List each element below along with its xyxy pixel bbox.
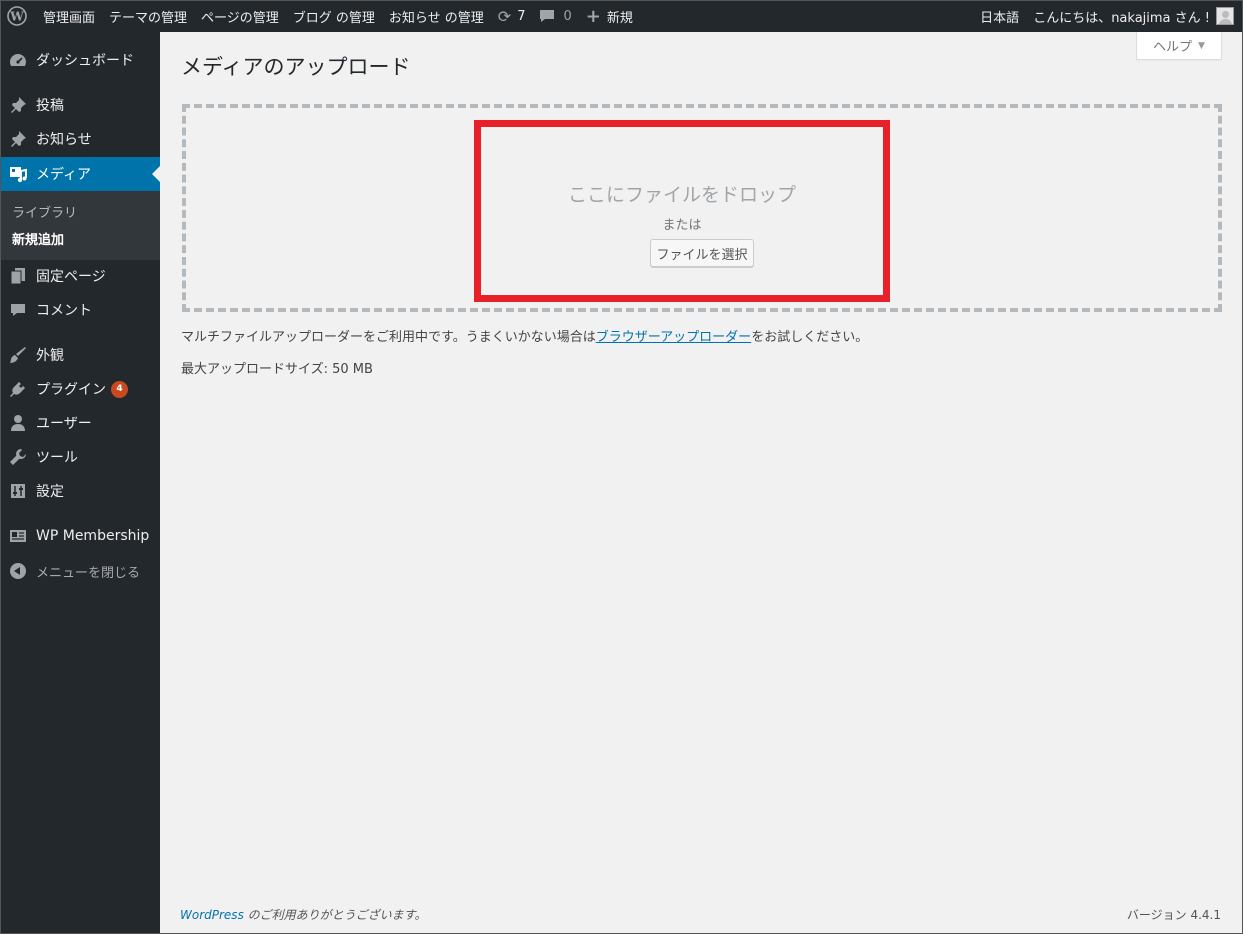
submenu-library[interactable]: ライブラリ [12, 202, 77, 221]
sidebar-item-comments[interactable]: コメント [0, 293, 160, 327]
admin-bar-news-menu[interactable]: お知らせ の管理 [382, 0, 491, 32]
language-switcher[interactable]: 日本語 [973, 0, 1026, 32]
sidebar-item-label: 設定 [36, 484, 64, 500]
pages-icon [8, 266, 28, 286]
footer-version: バージョン 4.4.1 [1126, 908, 1221, 922]
comment-icon [8, 300, 28, 320]
sidebar-item-label: メディア [36, 167, 92, 183]
sidebar-item-dashboard[interactable]: ダッシュボード [0, 43, 160, 77]
new-label: 新規 [606, 10, 633, 26]
uploader-info-suffix: をお試しください。 [751, 330, 869, 345]
sidebar-item-label: ユーザー [36, 416, 92, 432]
submenu-add-new[interactable]: 新規追加 [12, 229, 64, 248]
media-submenu: ライブラリ 新規追加 [0, 191, 160, 260]
sidebar-item-users[interactable]: ユーザー [0, 406, 160, 440]
help-label: ヘルプ [1153, 40, 1193, 55]
sidebar-item-label: プラグイン [36, 382, 106, 398]
sidebar-item-plugins[interactable]: プラグイン 4 [0, 372, 160, 406]
wrench-icon [8, 447, 28, 467]
page-title: メディアのアップロード [181, 55, 411, 79]
avatar [1216, 7, 1234, 25]
wordpress-link[interactable]: WordPress [180, 908, 244, 922]
sidebar-item-wp-membership[interactable]: WP Membership [0, 519, 160, 553]
admin-bar-theme-menu[interactable]: テーマの管理 [102, 0, 194, 32]
admin-bar-blog-menu[interactable]: ブログ の管理 [286, 0, 382, 32]
wordpress-logo-icon[interactable]: W [0, 0, 36, 32]
help-tab-button[interactable]: ヘルプ ▼ [1136, 32, 1222, 60]
sidebar-item-label: 投稿 [36, 98, 64, 114]
paintbrush-icon [8, 345, 28, 365]
sidebar-item-label: 外観 [36, 348, 64, 364]
sidebar-item-label: WP Membership [36, 528, 150, 544]
collapse-menu-button[interactable]: メニューを閉じる [0, 554, 160, 588]
pushpin-icon [8, 95, 28, 115]
pushpin-icon [8, 129, 28, 149]
plugins-update-badge: 4 [111, 380, 128, 398]
or-text: または [662, 218, 702, 233]
sidebar-item-media[interactable]: メディア [0, 157, 160, 191]
sidebar-item-label: ダッシュボード [36, 53, 134, 69]
sidebar-item-appearance[interactable]: 外観 [0, 338, 160, 372]
uploader-info: マルチファイルアップローダーをご利用中です。うまくいかない場合はブラウザーアップ… [181, 326, 868, 345]
uploader-info-prefix: マルチファイルアップローダーをご利用中です。うまくいかない場合は [181, 330, 596, 345]
plus-icon: + [585, 5, 601, 27]
footer-thanks-text: のご利用ありがとうございます。 [243, 908, 427, 922]
browser-uploader-link[interactable]: ブラウザーアップローダー [596, 330, 751, 345]
caret-down-icon: ▼ [1198, 40, 1205, 51]
language-label: 日本語 [980, 10, 1020, 26]
sidebar-item-posts[interactable]: 投稿 [0, 88, 160, 122]
user-icon [8, 413, 28, 433]
gauge-icon [8, 50, 28, 70]
comment-bubble-icon [539, 9, 555, 23]
admin-bar: W 管理画面 テーマの管理 ページの管理 ブログ の管理 お知らせ の管理 ⟳ … [0, 0, 1243, 32]
admin-bar-site-link[interactable]: 管理画面 [36, 0, 102, 32]
sidebar-item-label: お知らせ [36, 132, 92, 148]
admin-bar-comments[interactable]: 0 [532, 0, 578, 32]
plug-icon [8, 379, 28, 399]
svg-text:W: W [9, 10, 24, 24]
admin-sidebar: ダッシュボード 投稿 お知らせ メディア ライブラリ 新規追加 固定ページ コメ… [0, 32, 160, 934]
updates-icon: ⟳ [497, 6, 512, 26]
collapse-arrow-icon [8, 561, 28, 581]
greeting-text: こんにちは、nakajima さん ! [1033, 10, 1210, 26]
settings-sliders-icon [8, 481, 28, 501]
admin-bar-page-menu[interactable]: ページの管理 [194, 0, 286, 32]
sidebar-item-pages[interactable]: 固定ページ [0, 259, 160, 293]
select-files-button[interactable]: ファイルを選択 [650, 239, 754, 267]
updates-count: 7 [517, 8, 526, 24]
admin-bar-updates[interactable]: ⟳ 7 [491, 0, 533, 32]
footer-thanks: WordPress のご利用ありがとうございます。 [180, 906, 426, 923]
id-card-icon [8, 526, 28, 546]
sidebar-item-settings[interactable]: 設定 [0, 474, 160, 508]
sidebar-item-label: コメント [36, 303, 92, 319]
comments-count: 0 [563, 8, 572, 24]
sidebar-item-tools[interactable]: ツール [0, 440, 160, 474]
sidebar-item-news[interactable]: お知らせ [0, 122, 160, 156]
drop-instructions: ここにファイルをドロップ [567, 184, 796, 206]
sidebar-item-label: 固定ページ [36, 269, 106, 285]
highlight-box [474, 120, 890, 302]
admin-bar-new-content[interactable]: + 新規 [579, 0, 640, 32]
media-icon [8, 164, 28, 184]
max-upload-size: 最大アップロードサイズ: 50 MB [181, 362, 373, 377]
collapse-menu-label: メニューを閉じる [36, 565, 141, 581]
sidebar-item-label: ツール [36, 450, 78, 466]
my-account[interactable]: こんにちは、nakajima さん ! [1026, 0, 1243, 32]
